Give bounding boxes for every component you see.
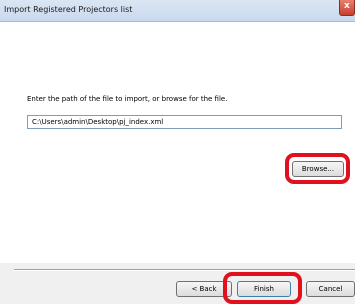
dialog-window: Import Registered Projectors list x Ente… bbox=[0, 0, 355, 304]
finish-button[interactable]: Finish bbox=[237, 281, 291, 297]
browse-button[interactable]: Browse... bbox=[292, 161, 344, 177]
title-bar[interactable]: Import Registered Projectors list x bbox=[0, 0, 355, 22]
window-title: Import Registered Projectors list bbox=[4, 5, 133, 14]
close-button[interactable]: x bbox=[339, 0, 355, 16]
cancel-button[interactable]: Cancel bbox=[306, 281, 355, 297]
footer-separator bbox=[14, 269, 355, 271]
instruction-text: Enter the path of the file to import, or… bbox=[27, 95, 228, 103]
dialog-content bbox=[0, 22, 355, 263]
back-button[interactable]: < Back bbox=[176, 281, 232, 297]
close-icon: x bbox=[344, 1, 350, 11]
file-path-input[interactable] bbox=[27, 115, 342, 129]
